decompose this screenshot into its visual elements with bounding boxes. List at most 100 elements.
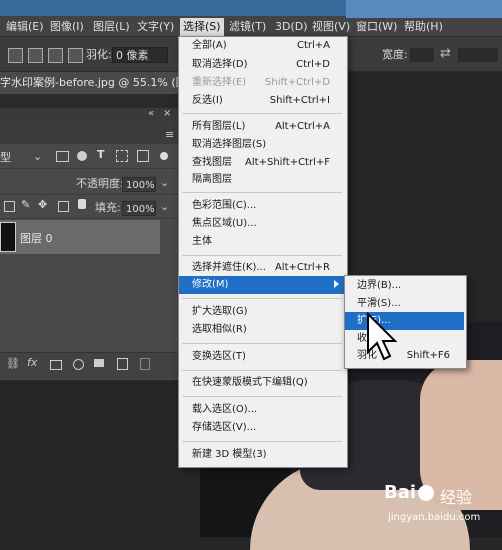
height-input[interactable] bbox=[458, 48, 498, 62]
submenu-item-border[interactable]: 边界(B)... bbox=[357, 277, 401, 295]
menu-separator bbox=[182, 113, 342, 114]
lock-all-icon[interactable] bbox=[78, 199, 86, 209]
panel-tab-strip bbox=[0, 122, 178, 144]
intersect-selection-icon[interactable] bbox=[68, 48, 83, 63]
trash-icon[interactable] bbox=[140, 358, 150, 370]
mask-icon[interactable] bbox=[50, 360, 62, 370]
submenu-arrow-icon bbox=[334, 280, 339, 288]
shortcut-feather: Shift+F6 bbox=[406, 350, 450, 361]
menu-item-find-layers[interactable]: 查找图层 bbox=[192, 154, 232, 172]
opacity-label: 不透明度: bbox=[76, 177, 124, 190]
fx-icon[interactable]: fx bbox=[27, 356, 37, 369]
link-icon[interactable]: ⛓ bbox=[6, 357, 20, 370]
menu-window[interactable]: 窗口(W) bbox=[356, 18, 397, 36]
new-layer-icon[interactable] bbox=[117, 358, 128, 370]
menu-filter[interactable]: 滤镜(T) bbox=[229, 18, 266, 36]
menu-type[interactable]: 文字(Y) bbox=[137, 18, 174, 36]
width-label: 宽度: bbox=[382, 48, 408, 61]
baidu-paw-icon bbox=[418, 485, 434, 501]
chevron-down-icon[interactable]: ⌄ bbox=[33, 150, 42, 163]
menu-item-similar[interactable]: 选取相似(R) bbox=[192, 321, 247, 339]
menu-image[interactable]: 图像(I) bbox=[50, 18, 84, 36]
lock-pixels-icon[interactable]: ✎ bbox=[21, 198, 30, 211]
menu-view[interactable]: 视图(V) bbox=[312, 18, 350, 36]
smart-object-filter-icon[interactable] bbox=[137, 150, 149, 162]
menu-item-color-range[interactable]: 色彩范围(C)... bbox=[192, 197, 256, 215]
adjustment-filter-icon[interactable] bbox=[77, 151, 87, 161]
shortcut-find-layers: Alt+Shift+Ctrl+F bbox=[245, 157, 330, 168]
width-input[interactable] bbox=[410, 48, 434, 62]
menu-3d[interactable]: 3D(D) bbox=[275, 18, 308, 36]
menu-separator bbox=[182, 441, 342, 442]
layer-thumbnail[interactable] bbox=[0, 222, 16, 252]
lock-position-icon[interactable]: ✥ bbox=[38, 198, 47, 211]
menu-item-inverse[interactable]: 反选(I) bbox=[192, 92, 223, 110]
lock-transparent-icon[interactable] bbox=[4, 201, 15, 212]
shortcut-inverse: Shift+Ctrl+I bbox=[269, 95, 330, 106]
close-panel-icon[interactable]: × bbox=[163, 108, 171, 119]
menu-item-focus-area[interactable]: 焦点区域(U)... bbox=[192, 215, 257, 233]
menu-item-grow[interactable]: 扩大选取(G) bbox=[192, 303, 248, 321]
menu-separator bbox=[182, 396, 342, 397]
shortcut-deselect: Ctrl+D bbox=[296, 59, 330, 70]
subtract-selection-icon[interactable] bbox=[48, 48, 63, 63]
watermark-brand2: 经验 bbox=[440, 488, 473, 507]
panel-menu-icon[interactable]: ≡ bbox=[165, 128, 174, 141]
filter-toggle-icon[interactable] bbox=[160, 152, 168, 160]
shortcut-select-and-mask: Alt+Ctrl+R bbox=[274, 262, 330, 273]
menu-item-deselect-layers[interactable]: 取消选择图层(S) bbox=[192, 136, 266, 154]
folder-icon[interactable] bbox=[94, 359, 104, 367]
collapse-panel-icon[interactable]: « bbox=[148, 108, 154, 119]
canvas-photo-top bbox=[346, 0, 502, 18]
menu-item-isolate-layers[interactable]: 隔离图层 bbox=[192, 171, 232, 189]
menu-select[interactable]: 选择(S) bbox=[180, 18, 224, 36]
shape-filter-icon[interactable] bbox=[116, 150, 128, 162]
submenu-item-smooth[interactable]: 平滑(S)... bbox=[357, 295, 401, 313]
menu-item-modify[interactable]: 修改(M) bbox=[192, 276, 228, 294]
menu-item-all-layers[interactable]: 所有图层(L) bbox=[192, 118, 245, 136]
shortcut-reselect: Shift+Ctrl+D bbox=[265, 77, 330, 88]
opacity-chevron-icon[interactable]: ⌄ bbox=[160, 176, 169, 189]
watermark: Bai 经验 jingyan.baidu.com bbox=[384, 482, 502, 537]
fill-input[interactable]: 100% bbox=[122, 201, 156, 216]
fill-chevron-icon[interactable]: ⌄ bbox=[160, 200, 169, 213]
panel-gap bbox=[0, 94, 180, 108]
menu-item-reselect[interactable]: 重新选择(E) bbox=[192, 74, 246, 92]
menu-separator bbox=[182, 192, 342, 193]
shortcut-all: Ctrl+A bbox=[296, 40, 330, 51]
menu-item-subject[interactable]: 主体 bbox=[192, 233, 212, 251]
menu-item-load-selection[interactable]: 载入选区(O)... bbox=[192, 401, 257, 419]
menu-separator bbox=[182, 298, 342, 299]
feather-input[interactable]: 0 像素 bbox=[112, 47, 168, 63]
layer-name[interactable]: 图层 0 bbox=[20, 230, 53, 246]
menu-separator bbox=[182, 343, 342, 344]
menu-item-new-3d-model[interactable]: 新建 3D 模型(3) bbox=[192, 446, 267, 464]
kind-filter[interactable]: 型 bbox=[0, 150, 11, 166]
watermark-brand: Bai bbox=[384, 482, 417, 503]
add-selection-icon[interactable] bbox=[28, 48, 43, 63]
image-filter-icon[interactable] bbox=[56, 151, 69, 162]
watermark-url: jingyan.baidu.com bbox=[388, 512, 481, 523]
menu-edit[interactable]: 编辑(E) bbox=[6, 18, 44, 36]
menu-item-transform-selection[interactable]: 变换选区(T) bbox=[192, 348, 246, 366]
menu-item-all[interactable]: 全部(A) bbox=[192, 37, 227, 55]
opacity-input[interactable]: 100% bbox=[122, 177, 156, 192]
fill-label: 填充: bbox=[95, 201, 121, 214]
menu-item-deselect[interactable]: 取消选择(D) bbox=[192, 56, 248, 74]
menu-item-quick-mask[interactable]: 在快速蒙版模式下编辑(Q) bbox=[192, 374, 308, 392]
type-filter-icon[interactable]: T bbox=[97, 148, 105, 161]
swap-icon[interactable]: ⇄ bbox=[440, 46, 451, 61]
menu-separator bbox=[182, 255, 342, 256]
adjustment-icon[interactable] bbox=[73, 359, 84, 370]
mouse-cursor-icon bbox=[367, 312, 398, 361]
menu-help[interactable]: 帮助(H) bbox=[404, 18, 443, 36]
menu-separator bbox=[182, 370, 342, 371]
filter-row bbox=[0, 146, 178, 169]
menu-layer[interactable]: 图层(L) bbox=[93, 18, 130, 36]
shortcut-all-layers: Alt+Ctrl+A bbox=[275, 121, 330, 132]
new-selection-icon[interactable] bbox=[8, 48, 23, 63]
feather-label: 羽化: bbox=[86, 48, 112, 61]
lock-artboard-icon[interactable] bbox=[58, 201, 69, 212]
document-tab[interactable]: 字水印案例-before.jpg @ 55.1% (图层 0 bbox=[0, 72, 180, 94]
menu-item-save-selection[interactable]: 存储选区(V)... bbox=[192, 419, 256, 437]
